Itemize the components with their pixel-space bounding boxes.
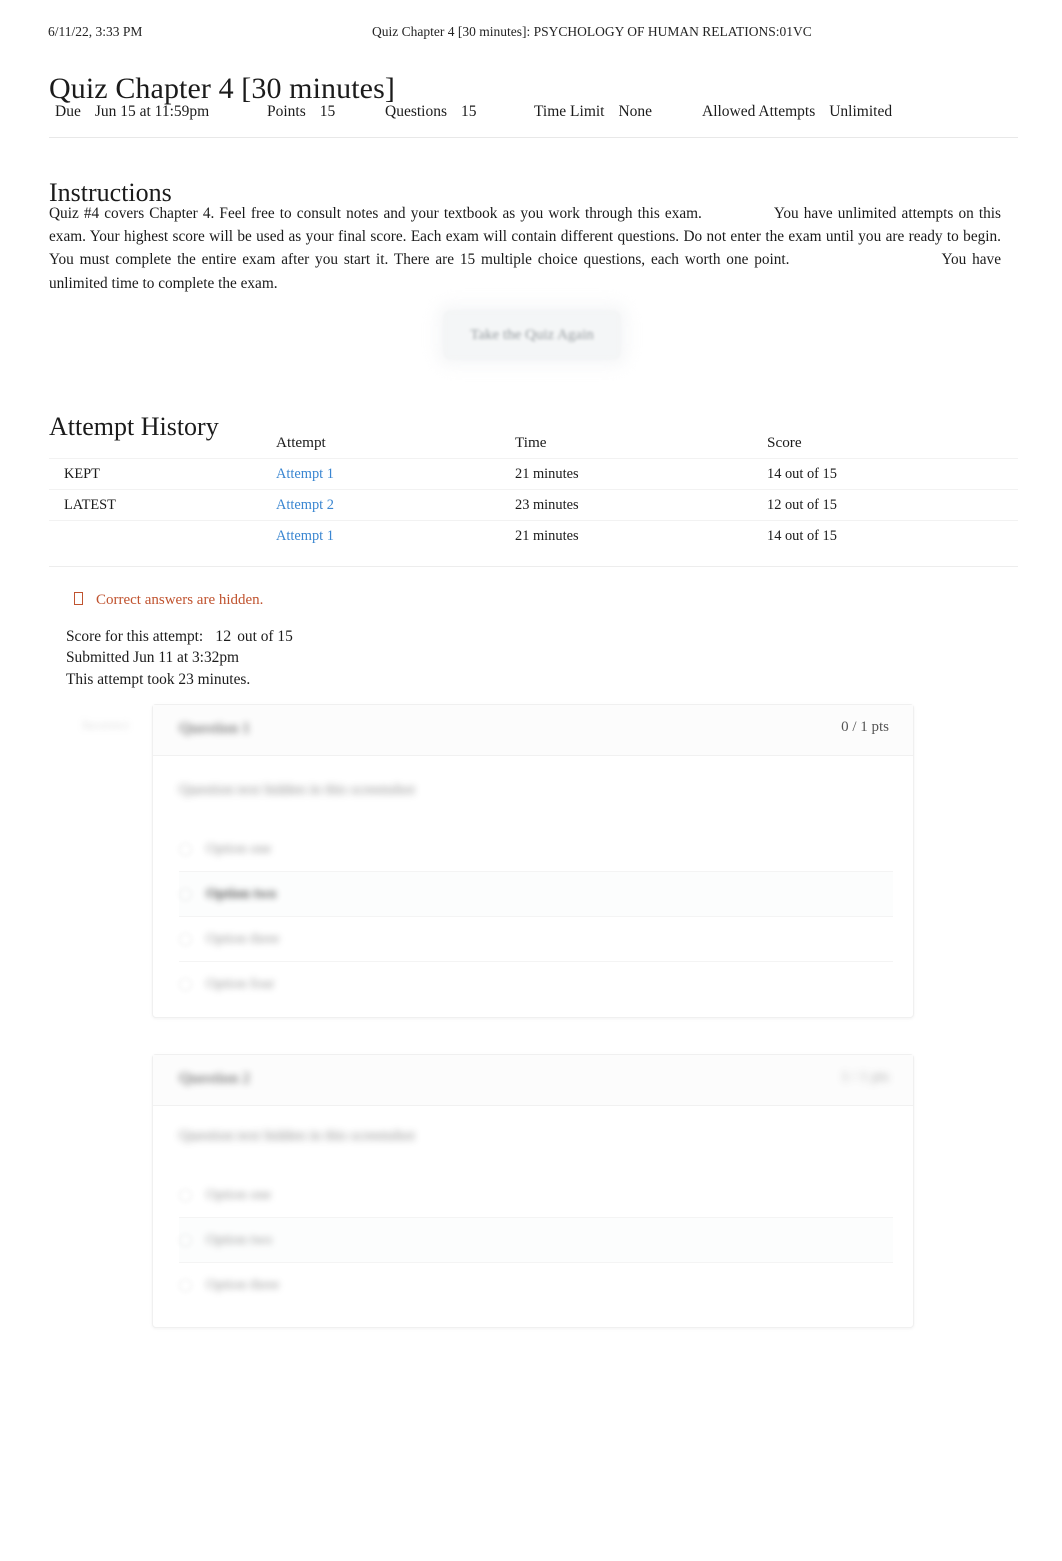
option-label[interactable]: Option three <box>206 931 279 948</box>
attempt-summary-submitted: Submitted Jun 11 at 3:32pm <box>66 649 240 667</box>
table-row: LATEST Attempt 2 23 minutes 12 out of 15 <box>49 489 1018 521</box>
question-points-2: 1 / 1 pts <box>841 1069 889 1085</box>
take-quiz-again-button[interactable]: Take the Quiz Again <box>444 311 620 359</box>
option-label[interactable]: Option two <box>206 886 276 903</box>
attempt-time: 21 minutes <box>515 527 579 544</box>
radio-icon[interactable] <box>179 932 192 946</box>
attempt-history-table: Attempt Time Score KEPT Attempt 1 21 min… <box>49 428 1018 551</box>
meta-questions-label: Questions <box>385 103 447 120</box>
instructions-part-1: Quiz #4 covers Chapter 4. Feel free to c… <box>49 205 702 222</box>
attempt-summary-score-suffix: out of 15 <box>237 628 293 645</box>
question-status-1: Incorrect <box>82 717 129 732</box>
meta-allowed-attempts: Allowed Attempts Unlimited <box>702 103 892 121</box>
attempt-history-head: Attempt Time Score <box>49 428 1018 459</box>
question-text-1: Question text hidden in this screenshot <box>179 781 415 798</box>
radio-icon[interactable] <box>179 842 192 856</box>
print-header: 6/11/22, 3:33 PM Quiz Chapter 4 [30 minu… <box>0 24 1062 42</box>
attempt-flag: LATEST <box>64 496 116 513</box>
meta-time-limit-value: None <box>618 103 653 120</box>
attempt-summary-score-label: Score for this attempt: <box>66 628 204 645</box>
table-row: KEPT Attempt 1 21 minutes 14 out of 15 <box>49 458 1018 490</box>
radio-icon[interactable] <box>179 1233 192 1247</box>
column-header-score: Score <box>767 434 802 451</box>
radio-icon[interactable] <box>179 1188 192 1202</box>
attempt-cell[interactable]: Attempt 1 <box>276 521 515 552</box>
meta-time-limit: Time Limit None <box>534 103 652 121</box>
quiz-meta-row: Due Jun 15 at 11:59pm Points 15 Questions 1… <box>49 103 1018 125</box>
column-header-attempt: Attempt <box>276 434 326 451</box>
attempt-cell[interactable]: Attempt 2 <box>276 490 515 521</box>
attempt-summary-score-line: Score for this attempt: 12 out of 15 <box>66 626 293 647</box>
attempt-score: 14 out of 15 <box>767 527 837 544</box>
attempt-link[interactable]: Attempt 2 <box>276 497 334 513</box>
column-header-flag <box>49 428 276 459</box>
list-item[interactable]: Option one <box>179 1173 893 1218</box>
question-card-1: Question 1 0 / 1 pts Question text hidde… <box>152 704 914 1018</box>
meta-points-value: 15 <box>319 103 336 120</box>
column-header-time: Time <box>515 434 547 451</box>
instructions-body: Quiz #4 covers Chapter 4. Feel free to c… <box>49 202 1001 295</box>
meta-divider <box>49 137 1018 138</box>
meta-questions: Questions 15 <box>385 103 477 121</box>
list-item[interactable]: Option two <box>179 872 893 917</box>
attempt-history-body: KEPT Attempt 1 21 minutes 14 out of 15 L… <box>49 458 1018 552</box>
missing-glyph-icon <box>74 592 83 605</box>
hidden-answers-notice-text: Correct answers are hidden. <box>96 592 264 608</box>
list-item[interactable]: Option four <box>179 962 893 1006</box>
meta-due-label: Due <box>55 103 81 120</box>
attempt-history-header-row: Attempt Time Score <box>49 428 1018 459</box>
meta-time-limit-label: Time Limit <box>534 103 605 120</box>
meta-due: Due Jun 15 at 11:59pm <box>55 103 209 121</box>
meta-allowed-attempts-label: Allowed Attempts <box>702 103 816 120</box>
option-label[interactable]: Option one <box>206 841 271 858</box>
option-label[interactable]: Option three <box>206 1277 279 1294</box>
list-item[interactable]: Option two <box>179 1218 893 1263</box>
attempt-table-bottom-rule <box>49 566 1018 567</box>
list-item[interactable]: Option three <box>179 1263 893 1307</box>
print-header-date: 6/11/22, 3:33 PM <box>48 24 143 39</box>
radio-icon[interactable] <box>179 887 192 901</box>
print-header-title: Quiz Chapter 4 [30 minutes]: PSYCHOLOGY … <box>372 24 812 39</box>
question-points-1: 0 / 1 pts <box>841 719 889 735</box>
attempt-time: 23 minutes <box>515 496 579 513</box>
attempt-summary: Score for this attempt: 12 out of 15 Submi… <box>66 626 293 690</box>
table-row: Attempt 1 21 minutes 14 out of 15 <box>49 520 1018 552</box>
attempt-time: 21 minutes <box>515 465 579 482</box>
question-header-1: Question 1 0 / 1 pts <box>153 705 913 756</box>
attempt-cell[interactable]: Attempt 1 <box>276 459 515 490</box>
attempt-summary-duration: This attempt took 23 minutes. <box>66 670 251 688</box>
meta-points-label: Points <box>267 103 306 120</box>
list-item[interactable]: Option three <box>179 917 893 962</box>
attempt-link[interactable]: Attempt 1 <box>276 466 334 482</box>
option-label[interactable]: Option two <box>206 1232 272 1249</box>
question-title-2: Question 2 <box>179 1070 251 1087</box>
take-quiz-again-wrapper[interactable]: Take the Quiz Again <box>444 311 620 359</box>
hidden-answers-notice: Correct answers are hidden. <box>74 592 263 609</box>
question-options-2: Option one Option two Option three <box>179 1173 893 1307</box>
option-label[interactable]: Option four <box>206 976 275 993</box>
meta-questions-value: 15 <box>461 103 477 120</box>
attempt-summary-score-value: 12 <box>215 628 232 645</box>
meta-allowed-attempts-value: Unlimited <box>829 103 893 120</box>
meta-points: Points 15 <box>267 103 335 121</box>
question-card-2: Question 2 1 / 1 pts Question text hidde… <box>152 1054 914 1328</box>
radio-icon[interactable] <box>179 977 192 991</box>
attempt-score: 12 out of 15 <box>767 496 837 513</box>
attempt-score: 14 out of 15 <box>767 465 837 482</box>
question-title-1: Question 1 <box>179 720 251 737</box>
question-options-1: Option one Option two Option three Optio… <box>179 827 893 1006</box>
radio-icon[interactable] <box>179 1278 192 1292</box>
question-header-2: Question 2 1 / 1 pts <box>153 1055 913 1106</box>
option-label[interactable]: Option one <box>206 1187 271 1204</box>
question-text-2: Question text hidden in this screenshot <box>179 1127 415 1144</box>
page-title: Quiz Chapter 4 [30 minutes] <box>49 72 395 106</box>
attempt-flag: KEPT <box>64 465 100 482</box>
meta-due-value: Jun 15 at 11:59pm <box>94 103 210 120</box>
list-item[interactable]: Option one <box>179 827 893 872</box>
attempt-link[interactable]: Attempt 1 <box>276 528 334 544</box>
attempt-flag <box>49 521 276 552</box>
